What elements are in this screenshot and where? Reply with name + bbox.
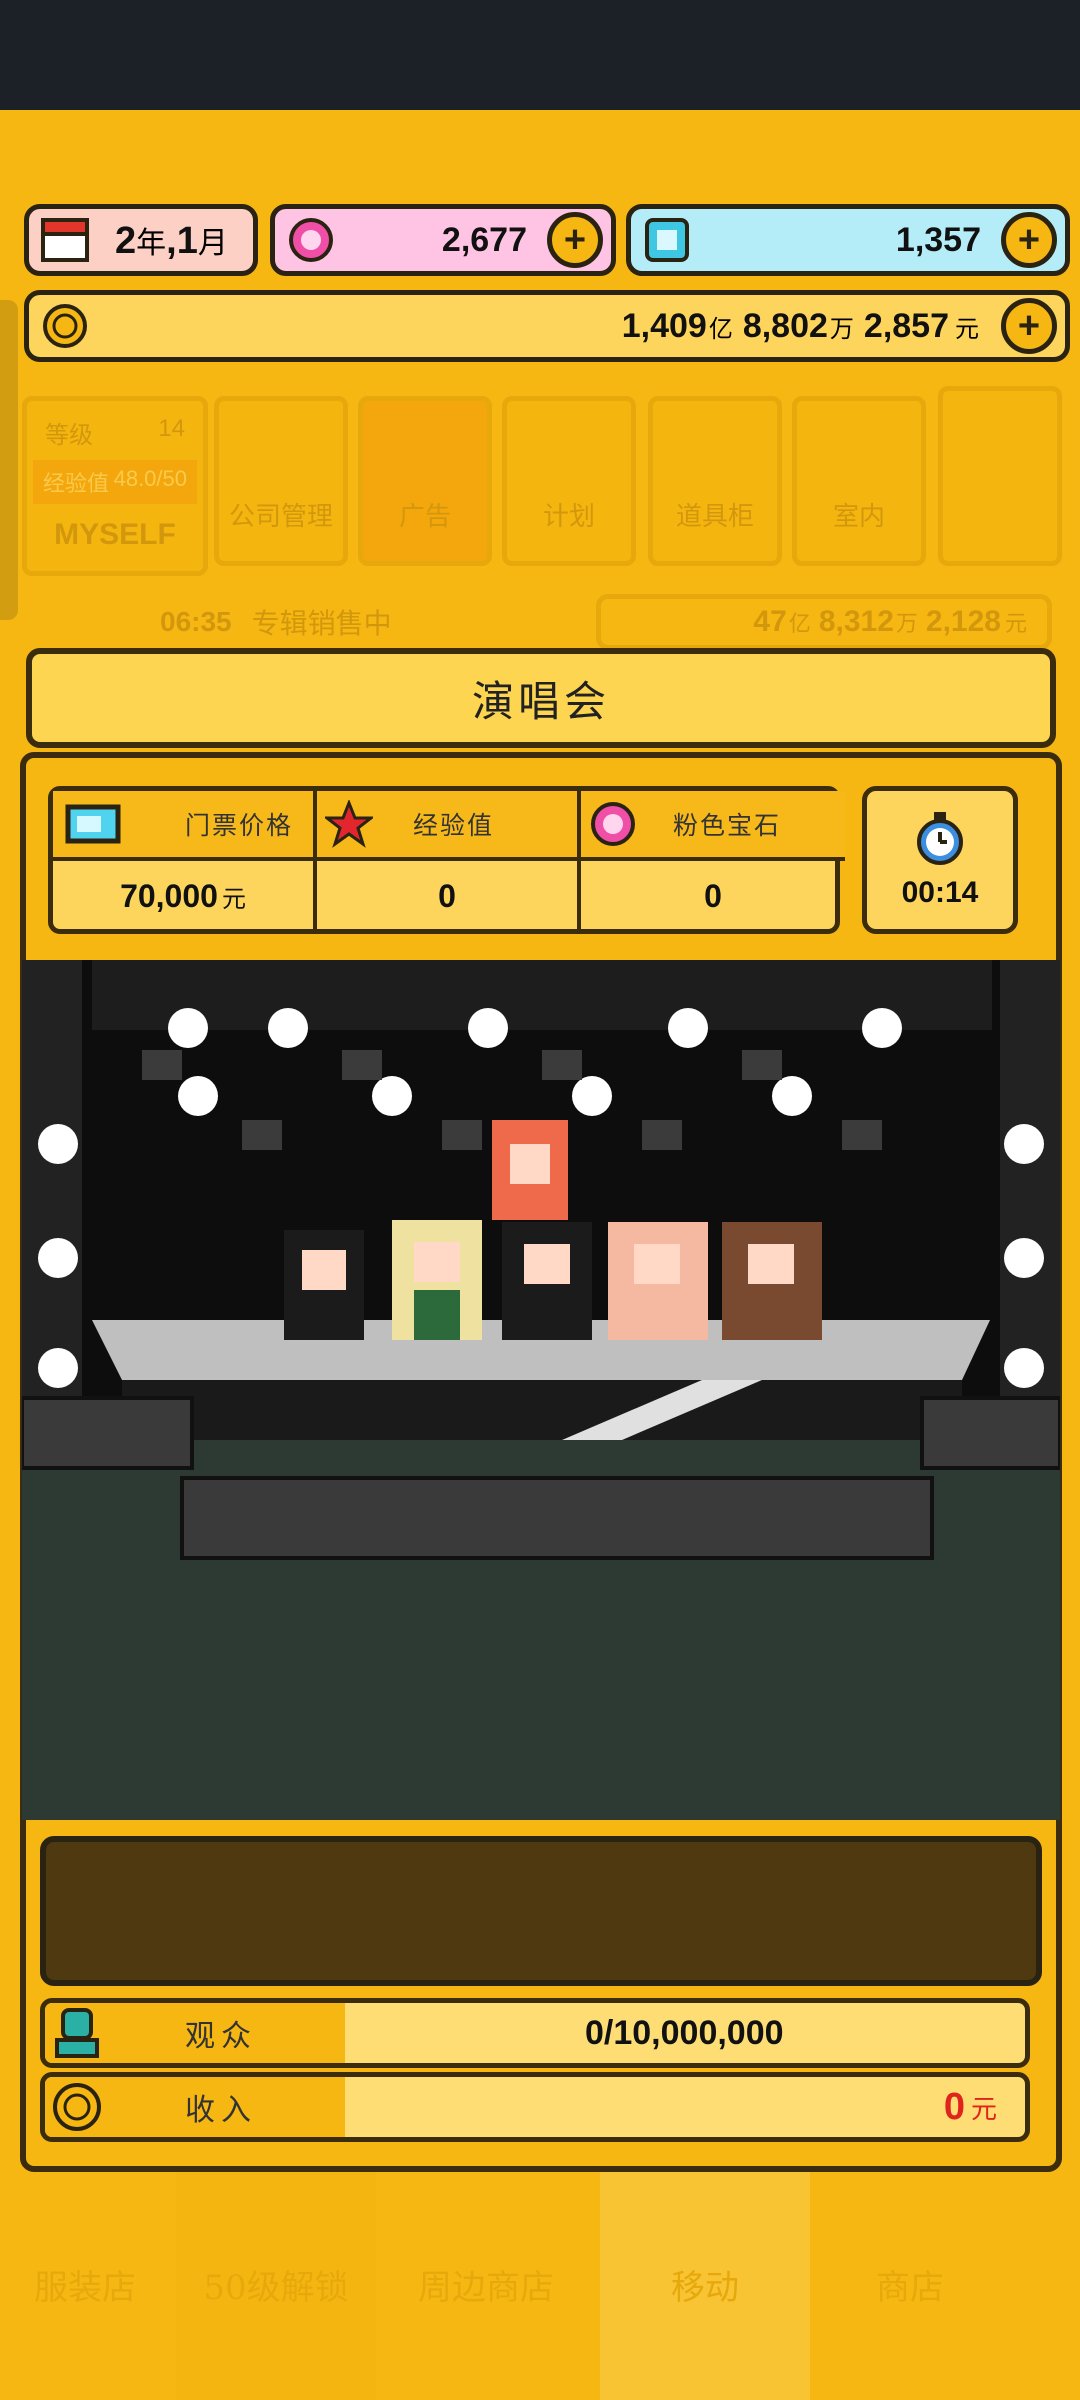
- stage-illustration: [22, 960, 1060, 1820]
- timer-value: 00:14: [901, 876, 979, 909]
- menu-label: 计划: [542, 501, 595, 531]
- tab-label: 服装店: [34, 2268, 136, 2308]
- bg-money-yuan: 2,128: [925, 605, 1001, 638]
- ticket-price-stat: 门票价格 70,000 元: [53, 791, 317, 929]
- exp-value: 48.0/50: [113, 466, 187, 491]
- money-wan: 8,802: [742, 306, 828, 345]
- audience-bar: 观众 0/10,000,000: [40, 1998, 1030, 2068]
- activity-bar: 06:35 专辑销售中: [40, 594, 580, 650]
- pink-gem-stat-value: 0: [704, 878, 722, 914]
- money-yuan: 2,857: [863, 306, 949, 345]
- income-number: 0: [943, 2085, 965, 2128]
- company-name: MYSELF: [54, 518, 176, 551]
- concert-stats-panel: 门票价格 70,000 元 经验值 0 粉色宝石 0: [48, 786, 845, 934]
- menu-label: 公司管理: [228, 501, 333, 531]
- ticket-price-unit: 元: [221, 885, 246, 913]
- blue-gem-icon: [645, 218, 689, 262]
- pink-gem-value: 2,677: [441, 220, 527, 259]
- exp-label: 经验值: [43, 471, 110, 496]
- bg-money-wan-unit: 万: [895, 611, 918, 636]
- exp-label: 经验值: [413, 811, 495, 840]
- menu-label: 广告: [398, 501, 451, 531]
- blue-gem-value: 1,357: [895, 220, 981, 259]
- background-bottom-tabs: 服装店 50级解锁 周边商店 移动 商店: [0, 2170, 1080, 2400]
- tab-move[interactable]: 移动: [600, 2170, 810, 2400]
- star-icon: [325, 800, 373, 848]
- add-money-button[interactable]: +: [1001, 298, 1057, 354]
- money-counter: 1,409 亿 8,802 万 2,857 元 +: [24, 290, 1070, 362]
- blue-gem-counter: 1,357 +: [626, 204, 1070, 276]
- coin-icon: [43, 304, 87, 348]
- audience-icon: [55, 2008, 99, 2058]
- money-yuan-unit: 元: [955, 314, 979, 343]
- ticket-price-value: 70,000: [120, 878, 218, 914]
- background-money: 47 亿 8,312 万 2,128 元: [596, 594, 1052, 650]
- menu-plan[interactable]: 计划: [502, 396, 636, 566]
- stopwatch-icon: [917, 812, 963, 865]
- pink-gem-icon: [289, 218, 333, 262]
- income-value: 0 元: [944, 2077, 997, 2137]
- side-handle: [0, 300, 18, 620]
- bg-money-yuan-unit: 元: [1004, 611, 1027, 636]
- level-label: 等级: [45, 422, 93, 449]
- menu-company-management[interactable]: 公司管理: [214, 396, 348, 566]
- date-month-unit: 月: [197, 225, 228, 261]
- bg-money-wan: 8,312: [818, 605, 894, 638]
- calendar-icon: [41, 218, 89, 262]
- exp-stat: 经验值 0: [317, 791, 581, 929]
- coin-icon: [53, 2083, 101, 2131]
- activity-time: 06:35: [160, 606, 232, 637]
- date-year: 2: [115, 219, 137, 262]
- ticket-price-label: 门票价格: [185, 811, 294, 840]
- add-pink-gem-button[interactable]: +: [547, 212, 603, 268]
- message-box: [40, 1836, 1042, 1986]
- bg-money-yi: 47: [753, 605, 787, 638]
- date-display[interactable]: 2 年 , 1 月: [24, 204, 258, 276]
- date-separator: ,: [166, 219, 177, 262]
- tab-label: 移动: [671, 2268, 739, 2308]
- menu-label: 室内: [832, 501, 885, 531]
- tab-merch-store[interactable]: 周边商店: [396, 2260, 576, 2309]
- pink-gem-icon: [591, 802, 635, 846]
- pink-gem-stat: 粉色宝石 0: [581, 791, 845, 929]
- menu-extra[interactable]: [938, 386, 1062, 566]
- modal-title: 演唱会: [26, 648, 1056, 748]
- menu-label: 道具柜: [675, 501, 754, 531]
- money-yi: 1,409: [621, 306, 707, 345]
- background-hud: 等级 14 经验值 48.0/50 MYSELF 公司管理 广告 计划 道具柜 …: [0, 300, 1080, 660]
- status-bar: [0, 0, 1080, 110]
- activity-text: 专辑销售中: [251, 607, 392, 640]
- menu-interior[interactable]: 室内: [792, 396, 926, 566]
- tab-label: 50级解锁: [203, 2268, 349, 2308]
- add-blue-gem-button[interactable]: +: [1001, 212, 1057, 268]
- money-wan-unit: 万: [829, 314, 854, 343]
- pink-gem-label: 粉色宝石: [673, 811, 782, 840]
- concert-stage: [22, 960, 1060, 1820]
- audience-value: 0/10,000,000: [585, 2013, 784, 2052]
- income-label: 收入: [185, 2093, 257, 2128]
- date-month: 1: [176, 219, 198, 262]
- tab-level-unlock[interactable]: 50级解锁: [176, 2170, 376, 2400]
- income-bar: 收入 0 元: [40, 2072, 1030, 2142]
- tab-label: 周边商店: [418, 2268, 554, 2308]
- audience-label: 观众: [185, 2019, 257, 2054]
- ticket-icon: [65, 804, 121, 844]
- exp-value: 0: [438, 878, 456, 914]
- company-card[interactable]: 等级 14 经验值 48.0/50 MYSELF: [22, 396, 208, 576]
- tab-shop[interactable]: 商店: [820, 2260, 1000, 2309]
- pink-gem-counter: 2,677 +: [270, 204, 616, 276]
- level-value: 14: [158, 415, 185, 442]
- tab-label: 商店: [876, 2268, 944, 2308]
- tab-clothing-store[interactable]: 服装店: [0, 2260, 170, 2309]
- menu-advertising[interactable]: 广告: [358, 396, 492, 566]
- menu-item-cabinet[interactable]: 道具柜: [648, 396, 782, 566]
- money-yi-unit: 亿: [708, 314, 733, 343]
- concert-timer: 00:14: [862, 786, 1018, 934]
- income-unit: 元: [970, 2094, 997, 2125]
- date-year-unit: 年: [136, 225, 167, 261]
- bg-money-yi-unit: 亿: [788, 611, 811, 636]
